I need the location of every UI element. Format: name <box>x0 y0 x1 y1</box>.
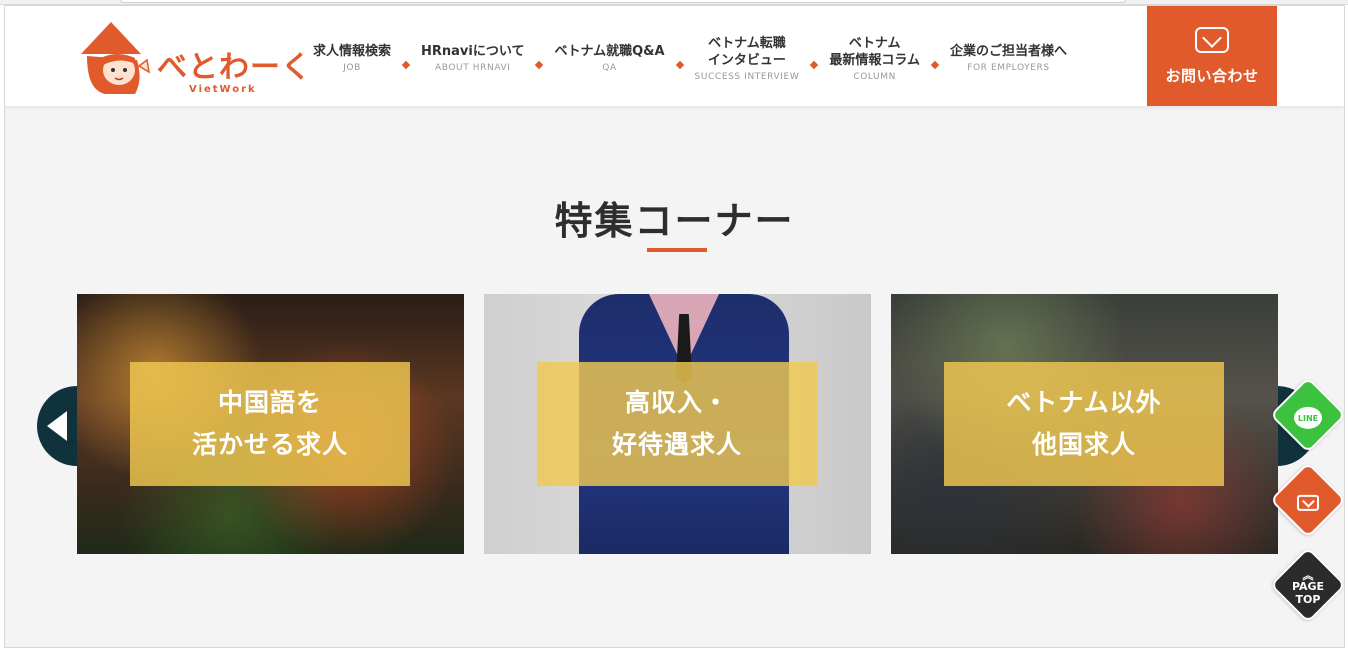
floating-mail-button[interactable] <box>1269 461 1344 539</box>
title-underline <box>647 248 707 252</box>
mail-button-inner <box>1281 476 1335 530</box>
contact-button[interactable]: お問い合わせ <box>1147 6 1277 106</box>
nav-label: 求人情報検索 <box>313 44 392 59</box>
nav-label-line1: ベトナム転職 <box>708 35 786 51</box>
nav-separator-dot <box>401 60 411 70</box>
page-top-label-line1: PAGE <box>1291 579 1325 593</box>
contact-label: お問い合わせ <box>1165 66 1259 85</box>
feature-card-other-countries[interactable]: ベトナム以外 他国求人 <box>891 294 1278 554</box>
nav-label: 企業のご担当者様へ <box>949 44 1067 59</box>
browser-address-strip <box>120 0 1126 3</box>
nav-sublabel: QA <box>602 63 617 73</box>
card-label-box: 中国語を 活かせる求人 <box>130 362 410 486</box>
section-title: 特集コーナー <box>554 199 795 243</box>
nav-label: ベトナム就職Q&A <box>554 44 665 59</box>
card-label-line1: ベトナム以外 <box>1006 388 1162 417</box>
nav-separator-dot <box>535 60 544 70</box>
nav-item-employers[interactable]: 企業のご担当者様へ FOR EMPLOYERS <box>942 43 1075 73</box>
line-button-inner: LINE <box>1281 391 1335 445</box>
main-nav: 求人情報検索 JOB HRnaviについて ABOUT HRNAVI ベトナム就… <box>305 28 1075 88</box>
nav-separator-dot <box>675 60 684 70</box>
feature-card-high-salary[interactable]: 高収入・ 好待遇求人 <box>484 294 871 554</box>
site-logo[interactable]: べとわーく VietWork <box>77 20 311 96</box>
nav-sublabel: JOB <box>343 63 361 73</box>
mail-icon <box>1297 494 1319 511</box>
mail-icon <box>1195 26 1229 53</box>
card-label-line1: 中国語を <box>217 388 322 417</box>
nav-item-interview[interactable]: ベトナム転職 インタビュー SUCCESS INTERVIEW <box>687 35 808 82</box>
nav-label: HRnaviについて <box>421 44 525 59</box>
card-label-box: 高収入・ 好待遇求人 <box>537 362 817 486</box>
card-label-line2: 活かせる求人 <box>191 430 348 459</box>
nav-separator-dot <box>810 60 819 70</box>
nav-sublabel: ABOUT HRNAVI <box>434 63 511 73</box>
page-top-button[interactable]: ︽ PAGE TOP <box>1269 546 1344 624</box>
page-top-label-line2: TOP <box>1295 592 1321 606</box>
page-top-inner: ︽ PAGE TOP <box>1281 561 1335 615</box>
logo-wordmark: べとわーく <box>157 50 312 85</box>
page-viewport: べとわーく VietWork 求人情報検索 JOB HRnaviについて ABO… <box>4 5 1345 648</box>
site-header: べとわーく VietWork 求人情報検索 JOB HRnaviについて ABO… <box>5 6 1344 106</box>
nav-sublabel: SUCCESS INTERVIEW <box>694 71 800 82</box>
line-icon: LINE <box>1294 406 1322 429</box>
nav-label-line2: インタビュー <box>707 52 786 68</box>
card-label-line2: 好待遇求人 <box>611 430 742 459</box>
card-label-line1: 高収入・ <box>624 388 729 417</box>
nav-label-line1: ベトナム <box>848 35 901 51</box>
logo-subtitle: VietWork <box>189 84 257 95</box>
page-bottom-strip <box>0 648 1348 654</box>
nav-label-line2: 最新情報コラム <box>829 52 920 68</box>
chevron-up-icon: ︽ <box>1302 568 1314 582</box>
nav-sublabel: COLUMN <box>853 71 896 82</box>
nav-separator-dot <box>930 60 940 70</box>
nav-item-column[interactable]: ベトナム 最新情報コラム COLUMN <box>821 35 928 82</box>
feature-card-chinese[interactable]: 中国語を 活かせる求人 <box>77 294 464 554</box>
card-label-line2: 他国求人 <box>1031 430 1136 459</box>
nav-sublabel: FOR EMPLOYERS <box>967 63 1050 73</box>
card-label-box: ベトナム以外 他国求人 <box>944 362 1224 486</box>
nav-item-about[interactable]: HRnaviについて ABOUT HRNAVI <box>413 43 532 73</box>
nav-item-job[interactable]: 求人情報検索 JOB <box>305 43 399 73</box>
logo-mascot-icon <box>81 22 151 94</box>
nav-item-qa[interactable]: ベトナム就職Q&A QA <box>546 43 672 73</box>
